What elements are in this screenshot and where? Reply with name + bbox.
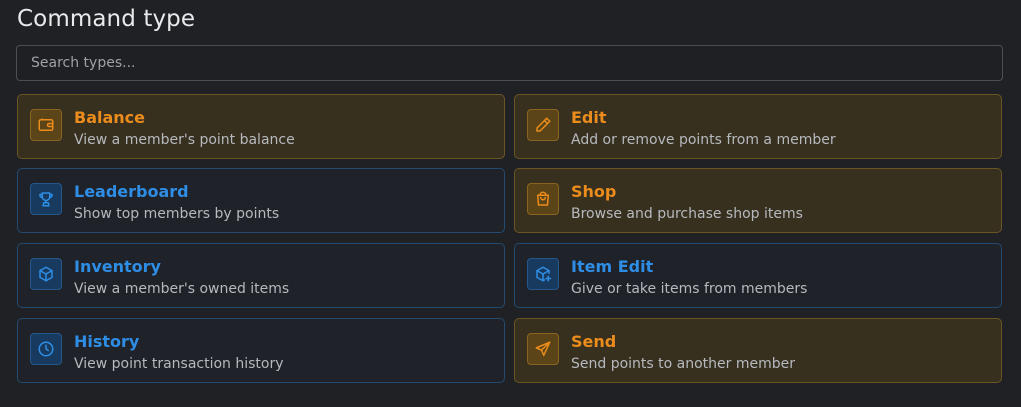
command-description: Show top members by points xyxy=(74,206,280,222)
command-card-inventory[interactable]: Inventory View a member's owned items xyxy=(17,243,505,308)
command-card-balance[interactable]: Balance View a member's point balance xyxy=(17,94,505,159)
command-title: History xyxy=(74,332,140,351)
command-card-history[interactable]: History View point transaction history xyxy=(17,318,505,383)
command-title: Inventory xyxy=(74,257,161,276)
box-plus-icon xyxy=(527,258,559,290)
command-description: View a member's point balance xyxy=(74,132,295,148)
shopping-bag-icon xyxy=(527,183,559,215)
command-title: Shop xyxy=(571,182,617,201)
pencil-icon xyxy=(527,109,559,141)
command-card-leaderboard[interactable]: Leaderboard Show top members by points xyxy=(17,168,505,233)
command-title: Balance xyxy=(74,108,145,127)
page-title: Command type xyxy=(17,6,196,32)
command-title: Send xyxy=(571,332,617,351)
command-description: View point transaction history xyxy=(74,356,284,372)
command-title: Leaderboard xyxy=(74,182,189,201)
command-description: Add or remove points from a member xyxy=(571,132,836,148)
command-card-send[interactable]: Send Send points to another member xyxy=(514,318,1002,383)
command-card-edit[interactable]: Edit Add or remove points from a member xyxy=(514,94,1002,159)
command-description: Browse and purchase shop items xyxy=(571,206,803,222)
box-icon xyxy=(30,258,62,290)
command-description: Send points to another member xyxy=(571,356,796,372)
command-card-shop[interactable]: Shop Browse and purchase shop items xyxy=(514,168,1002,233)
command-description: Give or take items from members xyxy=(571,281,808,297)
command-type-panel: Command type Balance View a member's poi… xyxy=(0,0,1021,407)
wallet-icon xyxy=(30,109,62,141)
command-card-item-edit[interactable]: Item Edit Give or take items from member… xyxy=(514,243,1002,308)
command-title: Item Edit xyxy=(571,257,654,276)
command-description: View a member's owned items xyxy=(74,281,290,297)
clock-icon xyxy=(30,333,62,365)
command-title: Edit xyxy=(571,108,607,127)
search-input[interactable] xyxy=(16,45,1003,81)
trophy-icon xyxy=(30,183,62,215)
send-icon xyxy=(527,333,559,365)
